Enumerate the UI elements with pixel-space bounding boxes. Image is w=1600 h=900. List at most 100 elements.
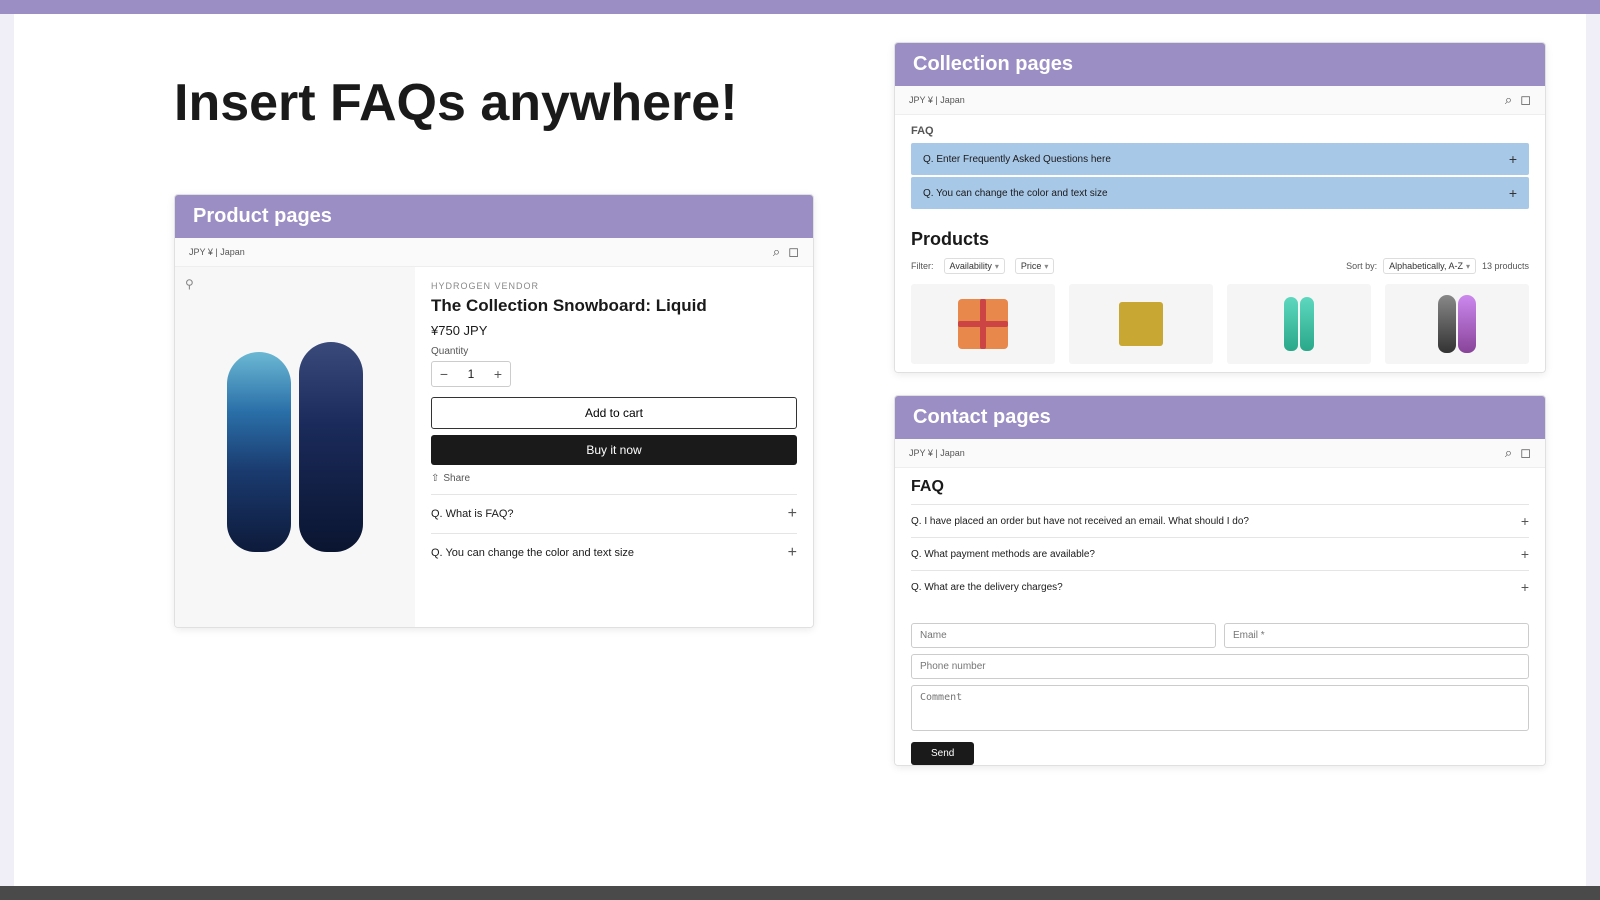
collection-search-icon[interactable]: ⌕ — [1505, 92, 1512, 108]
availability-chevron-icon: ▾ — [995, 262, 999, 271]
dark-purple-boards — [1438, 295, 1476, 353]
collection-cart-icon[interactable]: ◻ — [1520, 92, 1531, 108]
sort-by-label: Sort by: — [1346, 261, 1377, 271]
teal-boards-product — [1284, 297, 1314, 351]
contact-faq-q1: Q. I have placed an order but have not r… — [911, 516, 1249, 527]
product-faq-item-1: Q. What is FAQ? + — [431, 494, 797, 533]
right-panel: Collection pages JPY ¥ | Japan ⌕ ◻ FAQ Q… — [874, 14, 1586, 806]
collection-faq-label: FAQ — [911, 125, 1529, 137]
contact-search-icon[interactable]: ⌕ — [1505, 445, 1512, 461]
contact-inner: FAQ Q. I have placed an order but have n… — [895, 468, 1545, 613]
cart-icon[interactable]: ◻ — [788, 244, 799, 260]
product-page-card: Product pages JPY ¥ | Japan ⌕ ◻ ⚲ — [174, 194, 814, 628]
contact-submit-button[interactable]: Send — [911, 742, 974, 765]
contact-faq-item-2: Q. What payment methods are available? + — [911, 537, 1529, 570]
contact-faq-expand-2[interactable]: + — [1521, 546, 1529, 562]
contact-phone-input[interactable] — [911, 654, 1529, 679]
qty-label: Quantity — [431, 346, 797, 357]
add-to-cart-button[interactable]: Add to cart — [431, 397, 797, 429]
teal-board-1 — [1284, 297, 1298, 351]
bottom-bar — [0, 886, 1600, 900]
form-name-email-row — [911, 623, 1529, 648]
contact-browser-chrome: JPY ¥ | Japan ⌕ ◻ — [895, 439, 1545, 468]
price-filter[interactable]: Price ▾ — [1015, 258, 1055, 274]
dark-board — [1438, 295, 1456, 353]
product-thumb-1 — [911, 284, 1055, 364]
products-count: 13 products — [1482, 261, 1529, 271]
contact-name-input[interactable] — [911, 623, 1216, 648]
collection-faq-item-2: Q. You can change the color and text siz… — [911, 177, 1529, 209]
product-browser-icons: ⌕ ◻ — [773, 244, 799, 260]
qty-value: 1 — [456, 367, 486, 381]
collection-browser-icons: ⌕ ◻ — [1505, 92, 1531, 108]
collection-page-card: Collection pages JPY ¥ | Japan ⌕ ◻ FAQ Q… — [894, 42, 1546, 373]
contact-faq-expand-3[interactable]: + — [1521, 579, 1529, 595]
product-faq-q1: Q. What is FAQ? — [431, 508, 514, 520]
contact-card-header: Contact pages — [895, 396, 1545, 439]
snowboard-1 — [227, 352, 291, 552]
contact-cart-icon[interactable]: ◻ — [1520, 445, 1531, 461]
collection-card-header: Collection pages — [895, 43, 1545, 86]
yellow-product — [1119, 302, 1163, 346]
contact-comment-textarea[interactable] — [911, 685, 1529, 731]
collection-faq-q1: Q. Enter Frequently Asked Questions here — [923, 154, 1111, 165]
contact-faq-item-3: Q. What are the delivery charges? + — [911, 570, 1529, 603]
main-area: Insert FAQs anywhere! Product pages JPY … — [14, 14, 1586, 886]
price-filter-label: Price — [1021, 261, 1042, 271]
hero-title: Insert FAQs anywhere! — [174, 74, 814, 134]
filter-right: Sort by: Alphabetically, A-Z ▾ 13 produc… — [1346, 258, 1529, 274]
top-bar — [0, 0, 1600, 14]
search-icon[interactable]: ⌕ — [773, 244, 780, 260]
collection-faq-expand-1[interactable]: + — [1509, 151, 1517, 167]
filter-label: Filter: — [911, 261, 934, 271]
sort-select[interactable]: Alphabetically, A-Z ▾ — [1383, 258, 1476, 274]
gift-box-product — [958, 299, 1008, 349]
availability-filter-label: Availability — [950, 261, 992, 271]
product-card-inner: JPY ¥ | Japan ⌕ ◻ ⚲ — [175, 238, 813, 627]
buy-now-button[interactable]: Buy it now — [431, 435, 797, 465]
contact-faq-expand-1[interactable]: + — [1521, 513, 1529, 529]
share-label: Share — [443, 473, 470, 484]
contact-faq-q3: Q. What are the delivery charges? — [911, 582, 1063, 593]
product-faq-item-2: Q. You can change the color and text siz… — [431, 533, 797, 572]
product-thumb-4 — [1385, 284, 1529, 364]
contact-form: Send — [895, 613, 1545, 765]
contact-faq-item-1: Q. I have placed an order but have not r… — [911, 504, 1529, 537]
product-faq-expand-2[interactable]: + — [788, 544, 797, 562]
share-link[interactable]: ⇧ Share — [431, 473, 797, 484]
availability-filter[interactable]: Availability ▾ — [944, 258, 1005, 274]
product-card-header-label: Product pages — [193, 205, 332, 227]
qty-increase-button[interactable]: + — [486, 362, 510, 386]
product-card-header: Product pages — [175, 195, 813, 238]
sort-value: Alphabetically, A-Z — [1389, 261, 1463, 271]
contact-faq-q2: Q. What payment methods are available? — [911, 549, 1095, 560]
snowboards — [227, 342, 363, 552]
product-content: ⚲ HYDROGEN VENDOR The Collection Snowboa… — [175, 267, 813, 627]
collection-faq-expand-2[interactable]: + — [1509, 185, 1517, 201]
collection-browser-chrome: JPY ¥ | Japan ⌕ ◻ — [895, 86, 1545, 115]
collection-locale: JPY ¥ | Japan — [909, 95, 965, 105]
zoom-icon[interactable]: ⚲ — [185, 277, 194, 291]
qty-stepper: − 1 + — [431, 361, 511, 387]
contact-card-content: JPY ¥ | Japan ⌕ ◻ FAQ Q. I have placed a… — [895, 439, 1545, 765]
products-grid — [911, 284, 1529, 364]
collection-card-content: JPY ¥ | Japan ⌕ ◻ FAQ Q. Enter Frequentl… — [895, 86, 1545, 372]
product-image-area: ⚲ — [175, 267, 415, 627]
contact-email-input[interactable] — [1224, 623, 1529, 648]
price-chevron-icon: ▾ — [1044, 262, 1048, 271]
purple-board — [1458, 295, 1476, 353]
products-section: Products Filter: Availability ▾ Price ▾ — [895, 221, 1545, 372]
left-panel: Insert FAQs anywhere! Product pages JPY … — [14, 14, 874, 668]
collection-faq-q2: Q. You can change the color and text siz… — [923, 188, 1108, 199]
qty-decrease-button[interactable]: − — [432, 362, 456, 386]
collection-card-header-label: Collection pages — [913, 53, 1073, 75]
products-title: Products — [911, 229, 1529, 250]
sort-chevron-icon: ▾ — [1466, 262, 1470, 271]
share-icon: ⇧ — [431, 473, 439, 484]
product-details: HYDROGEN VENDOR The Collection Snowboard… — [415, 267, 813, 627]
filter-left: Filter: Availability ▾ Price ▾ — [911, 258, 1054, 274]
snowboard-2 — [299, 342, 363, 552]
product-faq-expand-1[interactable]: + — [788, 505, 797, 523]
collection-inner: FAQ Q. Enter Frequently Asked Questions … — [895, 115, 1545, 221]
product-name: The Collection Snowboard: Liquid — [431, 295, 797, 317]
